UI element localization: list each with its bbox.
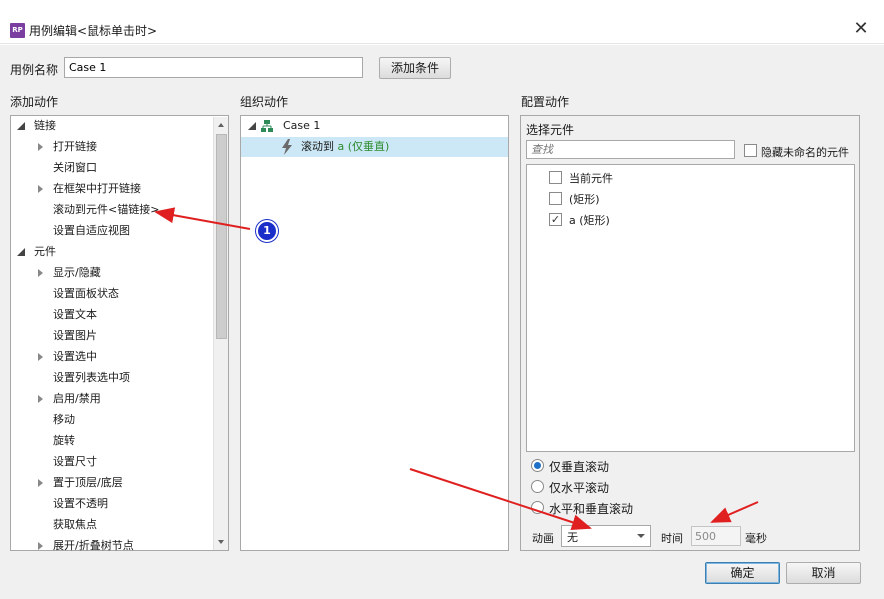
case-name-input[interactable] [64, 57, 363, 78]
expand-open-icon[interactable] [17, 122, 25, 130]
widget-search-input[interactable] [526, 140, 735, 159]
case-name-label: 用例名称 [10, 63, 59, 77]
chevron-down-icon [637, 534, 645, 538]
expand-closed-icon[interactable] [38, 542, 43, 550]
close-button[interactable]: ✕ [852, 20, 870, 38]
lightning-icon [282, 139, 292, 155]
time-unit: 毫秒 [745, 532, 767, 545]
scroll-up-icon[interactable] [218, 123, 224, 127]
configure-actions-header: 配置动作 [521, 95, 570, 109]
widget-checkbox[interactable] [549, 171, 562, 184]
action-item[interactable]: 滚动到元件<锚链接> [53, 200, 159, 220]
action-tree-scrollbar[interactable] [213, 117, 228, 550]
case-expander-icon[interactable] [248, 122, 256, 130]
widget-list [526, 164, 855, 452]
action-item[interactable]: 展开/折叠树节点 [53, 536, 134, 556]
action-prefix: 滚动到 [301, 140, 338, 153]
time-label: 时间 [661, 532, 683, 545]
action-category[interactable]: 元件 [34, 242, 56, 262]
ok-button[interactable]: 确定 [705, 562, 780, 584]
action-item[interactable]: 设置不透明 [53, 494, 108, 514]
action-item[interactable]: 获取焦点 [53, 515, 97, 535]
hide-unnamed-checkbox[interactable] [744, 144, 757, 157]
title-bar: RP 用例编辑<鼠标单击时> ✕ [0, 0, 884, 44]
action-item[interactable]: 打开链接 [53, 137, 97, 157]
annotation-badge: 1 [256, 220, 278, 242]
action-item[interactable]: 设置自适应视图 [53, 221, 130, 241]
action-item[interactable]: 关闭窗口 [53, 158, 97, 178]
scroll-option-radio[interactable] [531, 459, 544, 472]
action-item[interactable]: 显示/隐藏 [53, 263, 101, 283]
scroll-option-radio[interactable] [531, 501, 544, 514]
expand-closed-icon[interactable] [38, 395, 43, 403]
expand-closed-icon[interactable] [38, 353, 43, 361]
expand-closed-icon[interactable] [38, 479, 43, 487]
time-input[interactable] [691, 526, 741, 546]
expand-closed-icon[interactable] [38, 185, 43, 193]
case-icon [261, 120, 273, 132]
expand-closed-icon[interactable] [38, 269, 43, 277]
scroll-option-label: 仅垂直滚动 [549, 460, 610, 474]
action-category[interactable]: 链接 [34, 116, 56, 136]
expand-open-icon[interactable] [17, 248, 25, 256]
animation-label: 动画 [532, 532, 554, 545]
scroll-thumb[interactable] [216, 134, 227, 339]
action-item[interactable]: 设置列表选中项 [53, 368, 130, 388]
expand-closed-icon[interactable] [38, 143, 43, 151]
action-detail: a (仅垂直) [337, 140, 390, 153]
widget-checkbox[interactable]: ✓ [549, 213, 562, 226]
add-actions-header: 添加动作 [10, 95, 59, 109]
organize-actions-header: 组织动作 [240, 95, 289, 109]
selected-action-label[interactable]: 滚动到 a (仅垂直) [301, 137, 389, 157]
case-item[interactable]: Case 1 [283, 116, 320, 136]
action-item[interactable]: 旋转 [53, 431, 75, 451]
select-widget-label: 选择元件 [526, 123, 575, 137]
widget-checkbox[interactable] [549, 192, 562, 205]
widget-label: 当前元件 [569, 172, 613, 185]
scroll-option-radio[interactable] [531, 480, 544, 493]
widget-label: a (矩形) [569, 214, 610, 227]
action-item[interactable]: 设置图片 [53, 326, 97, 346]
window-title: 用例编辑<鼠标单击时> [29, 24, 158, 38]
widget-label: (矩形) [569, 193, 600, 206]
animation-value: 无 [567, 531, 578, 544]
cancel-button[interactable]: 取消 [786, 562, 861, 584]
action-item[interactable]: 启用/禁用 [53, 389, 101, 409]
action-item[interactable]: 在框架中打开链接 [53, 179, 141, 199]
scroll-down-icon[interactable] [218, 540, 224, 544]
scroll-option-label: 仅水平滚动 [549, 481, 610, 495]
action-item[interactable]: 设置面板状态 [53, 284, 119, 304]
hide-unnamed-label: 隐藏未命名的元件 [761, 146, 849, 159]
action-item[interactable]: 置于顶层/底层 [53, 473, 123, 493]
action-item[interactable]: 移动 [53, 410, 75, 430]
app-logo-icon: RP [10, 23, 25, 38]
organize-actions-panel [240, 115, 509, 551]
action-item[interactable]: 设置文本 [53, 305, 97, 325]
add-condition-button[interactable]: 添加条件 [379, 57, 451, 79]
scroll-option-label: 水平和垂直滚动 [549, 502, 634, 516]
action-item[interactable]: 设置选中 [53, 347, 97, 367]
animation-select[interactable]: 无 [561, 525, 651, 547]
action-item[interactable]: 设置尺寸 [53, 452, 97, 472]
